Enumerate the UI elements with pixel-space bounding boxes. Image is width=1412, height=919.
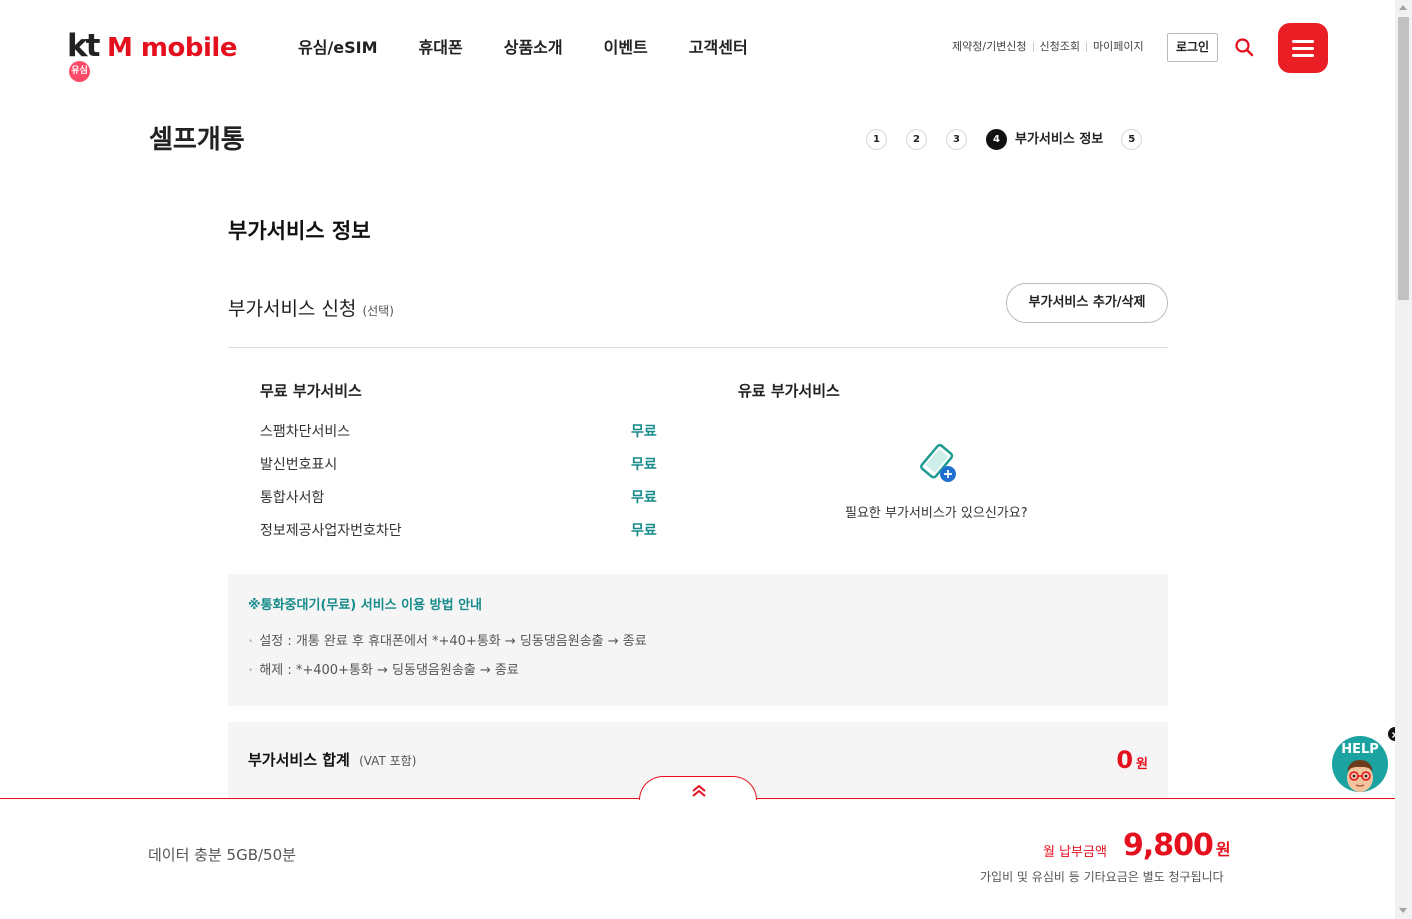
- service-name: 발신번호표시: [260, 457, 338, 473]
- info-line-cancel: 해제 : *+400+통화 → 딩동댕음원송출 → 종료: [248, 661, 519, 682]
- subsection-optional-note: (선택): [362, 304, 394, 318]
- total-unit: 원: [1136, 757, 1148, 772]
- help-chat-button[interactable]: HELP: [1332, 736, 1388, 792]
- nav-item-events[interactable]: 이벤트: [604, 36, 648, 60]
- search-icon[interactable]: [1234, 37, 1254, 57]
- util-link-inquiry[interactable]: 신청조회: [1040, 39, 1080, 55]
- hamburger-line: [1292, 40, 1314, 43]
- plan-name: 데이터 충분 5GB/50분: [148, 846, 296, 864]
- monthly-fee-unit: 원: [1215, 840, 1231, 859]
- service-price: 무료: [631, 424, 657, 440]
- nav-item-support[interactable]: 고객센터: [689, 36, 748, 60]
- service-name: 정보제공사업자번호차단: [260, 523, 402, 539]
- step-3: 3: [946, 129, 967, 150]
- nav-item-usim[interactable]: 유심/eSIM: [298, 36, 378, 60]
- free-services-title: 무료 부가서비스: [260, 382, 362, 400]
- util-divider: [1086, 42, 1088, 52]
- hamburger-line: [1292, 54, 1314, 57]
- utility-links: 제약정/기변신청 신청조회 마이페이지: [952, 39, 1144, 55]
- step-1: 1: [866, 129, 887, 150]
- util-link-mypage[interactable]: 마이페이지: [1093, 39, 1144, 55]
- step-5: 5: [1121, 129, 1143, 150]
- logo-brand-text: M mobile: [107, 33, 237, 63]
- login-button[interactable]: 로그인: [1167, 33, 1218, 62]
- step-4-active: 4: [986, 129, 1007, 150]
- scroll-down-arrow[interactable]: [1399, 908, 1407, 913]
- add-remove-service-button[interactable]: 부가서비스 추가/삭제: [1006, 283, 1168, 323]
- service-price: 무료: [631, 523, 657, 539]
- util-divider: [1032, 42, 1034, 52]
- free-service-row: 정보제공사업자번호차단 무료: [260, 520, 660, 542]
- page-scrollbar[interactable]: [1395, 0, 1412, 919]
- kt-m-mobile-logo[interactable]: kt M mobile 유심: [67, 28, 237, 83]
- subsection-title-text: 부가서비스 신청: [228, 298, 357, 320]
- hamburger-line: [1292, 47, 1314, 50]
- scroll-thumb[interactable]: [1398, 17, 1409, 300]
- call-waiting-info-box: ※통화중대기(무료) 서비스 이용 방법 안내 설정 : 개통 완료 후 휴대폰…: [228, 574, 1168, 706]
- scroll-up-arrow[interactable]: [1399, 5, 1407, 10]
- monthly-fee-value: 9,800 원: [1123, 828, 1231, 868]
- vat-note: (VAT 포함): [359, 754, 417, 768]
- main-nav: 유심/eSIM 휴대폰 상품소개 이벤트 고객센터: [298, 36, 789, 60]
- monthly-fee-label: 월 납부금액: [1043, 845, 1107, 860]
- section-divider: [228, 347, 1168, 348]
- logo-kt-text: kt: [67, 28, 100, 64]
- service-price: 무료: [631, 457, 657, 473]
- paid-services-empty-message: 필요한 부가서비스가 있으신가요?: [845, 506, 1028, 521]
- monthly-fee-amount: 9,800: [1123, 828, 1214, 863]
- total-label: 부가서비스 합계 (VAT 포함): [248, 749, 416, 772]
- util-link-contract[interactable]: 제약정/기변신청: [952, 39, 1027, 55]
- step-indicator: 1 2 3 4 부가서비스 정보 5: [866, 129, 1161, 150]
- hamburger-menu-button[interactable]: [1278, 23, 1328, 73]
- active-step-label: 부가서비스 정보: [1015, 132, 1104, 147]
- info-line-setup: 설정 : 개통 완료 후 휴대폰에서 *+40+통화 → 딩동댕음원송출 → 종…: [248, 632, 646, 653]
- step-2: 2: [906, 129, 927, 150]
- total-label-text: 부가서비스 합계: [248, 751, 350, 769]
- free-service-row: 발신번호표시 무료: [260, 454, 660, 476]
- section-title: 부가서비스 정보: [228, 219, 371, 243]
- nav-item-phone[interactable]: 휴대폰: [419, 36, 463, 60]
- nav-item-products[interactable]: 상품소개: [504, 36, 563, 60]
- total-value: 0원: [1116, 745, 1148, 780]
- info-title: ※통화중대기(무료) 서비스 이용 방법 안내: [248, 598, 482, 613]
- total-amount: 0: [1116, 746, 1134, 774]
- double-chevron-up-icon: [692, 784, 706, 797]
- phone-add-icon: [914, 442, 960, 486]
- service-name: 통합사서함: [260, 490, 325, 506]
- page-title: 셀프개통: [149, 125, 245, 155]
- service-name: 스팸차단서비스: [260, 424, 351, 440]
- subsection-title: 부가서비스 신청 (선택): [228, 296, 394, 324]
- logo-usim-badge: 유심: [69, 61, 90, 82]
- header: kt M mobile 유심 유심/eSIM 휴대폰 상품소개 이벤트 고객센터…: [0, 0, 1395, 95]
- paid-services-title: 유료 부가서비스: [738, 382, 840, 400]
- free-service-row: 스팸차단서비스 무료: [260, 421, 660, 443]
- fee-note: 가입비 및 유심비 등 기타요금은 별도 청구됩니다: [980, 870, 1224, 884]
- free-service-row: 통합사서함 무료: [260, 487, 660, 509]
- service-price: 무료: [631, 490, 657, 506]
- expand-summary-toggle[interactable]: [639, 776, 757, 800]
- help-character-icon: [1347, 760, 1373, 792]
